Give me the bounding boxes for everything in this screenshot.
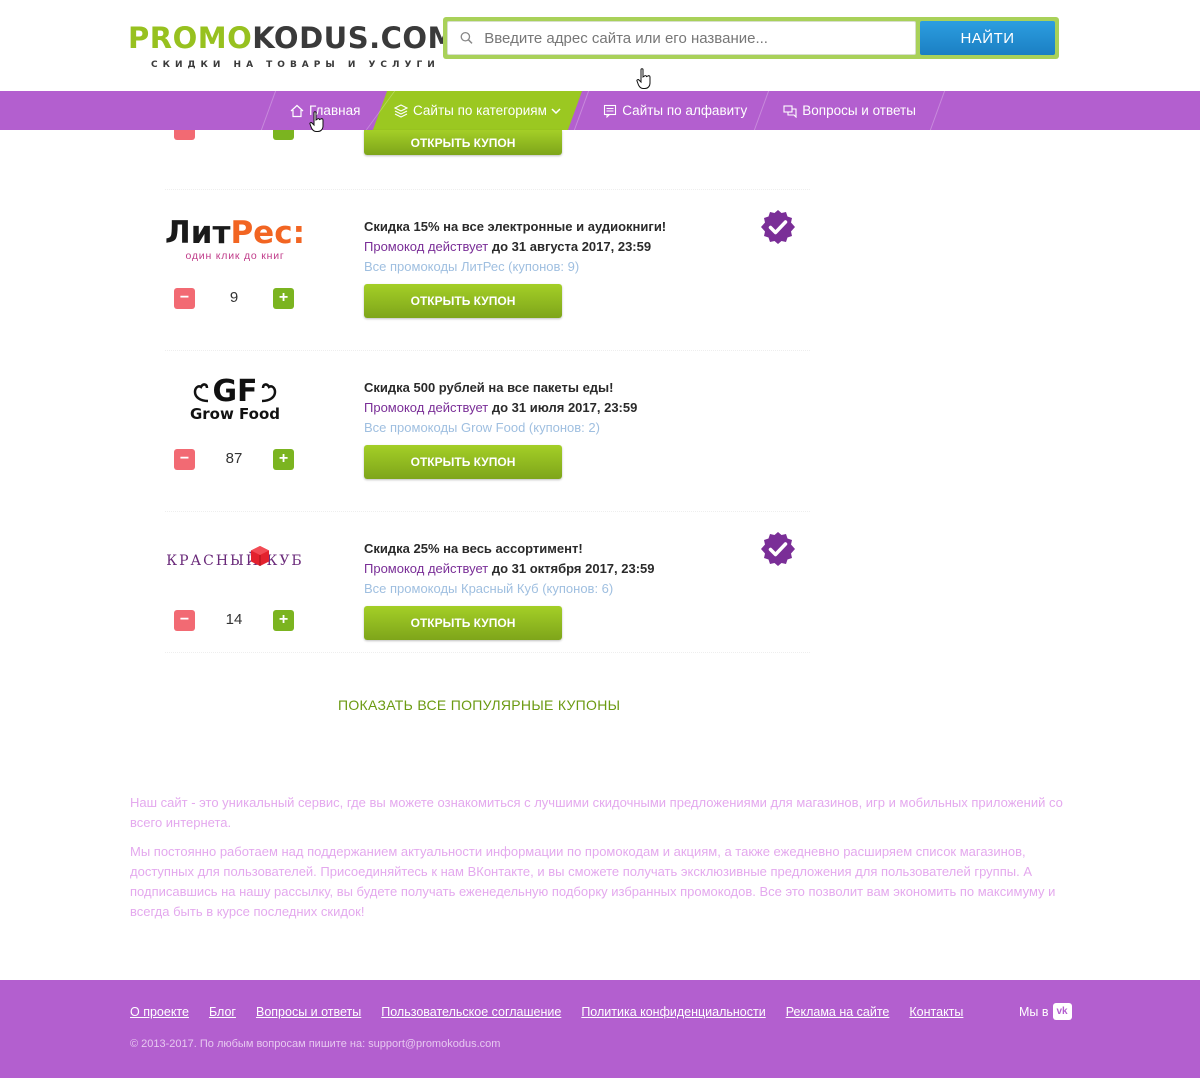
nav-label-alphabet: Сайты по алфавиту bbox=[622, 103, 748, 118]
coupon-divider bbox=[165, 652, 810, 653]
about-paragraph: Мы постоянно работаем над поддержанием а… bbox=[130, 844, 1056, 919]
search-icon bbox=[460, 31, 473, 44]
logo-wordmark: PROMOKODUS.COM bbox=[128, 21, 456, 55]
expiry-label: Промокод действует bbox=[364, 239, 489, 254]
coupon-card: GF Grow Food − 87 + Скидка 500 рублей на… bbox=[165, 370, 810, 510]
coupon-title: Скидка 500 рублей на все пакеты еды! bbox=[364, 380, 614, 395]
footer-link-privacy[interactable]: Политика конфиденциальности bbox=[581, 1005, 765, 1019]
vote-count: 87 bbox=[225, 450, 243, 467]
vote-down-button[interactable] bbox=[174, 130, 195, 140]
growfood-logo-sub: Grow Food bbox=[189, 405, 281, 423]
vote-up-button[interactable]: + bbox=[273, 288, 294, 309]
nav-item-faq[interactable]: Вопросы и ответы bbox=[761, 91, 930, 130]
litres-logo-sub: один клик до книг bbox=[185, 250, 285, 262]
expiry-date: до 31 октября 2017, 23:59 bbox=[491, 561, 655, 576]
open-coupon-button[interactable]: ОТКРЫТЬ КУПОН bbox=[364, 284, 562, 318]
nav-label-faq: Вопросы и ответы bbox=[802, 103, 916, 118]
coupon-card: КРАСНЫЙ КУБ − 14 + Скидка 25% на весь ас… bbox=[165, 531, 810, 671]
coupon-title: Скидка 25% на весь ассортимент! bbox=[364, 541, 583, 556]
litres-logo[interactable]: ЛитРес: один клик до книг bbox=[165, 209, 305, 269]
coupon-expiry: Промокод действует до 31 октября 2017, 2… bbox=[364, 561, 655, 576]
verified-badge-icon bbox=[761, 210, 795, 244]
vote-up-button[interactable]: + bbox=[273, 449, 294, 470]
krasnykub-logo-text: КРАСНЫЙ КУБ bbox=[166, 553, 304, 569]
hand-cursor-icon bbox=[309, 111, 324, 132]
footer-link-blog[interactable]: Блог bbox=[209, 1005, 236, 1019]
coupon-card: ЛитРес: один клик до книг − 9 + Скидка 1… bbox=[165, 209, 810, 349]
show-all-coupons-link[interactable]: ПОКАЗАТЬ ВСЕ ПОПУЛЯРНЫЕ КУПОНЫ bbox=[338, 697, 620, 713]
layers-icon bbox=[394, 103, 409, 118]
search-input[interactable] bbox=[484, 29, 915, 47]
about-paragraph: Наш сайт - это уникальный сервис, где вы… bbox=[130, 795, 1063, 830]
social-label: Мы в bbox=[1019, 1004, 1049, 1019]
all-coupons-link[interactable]: Все промокоды Красный Куб (купонов: 6) bbox=[364, 581, 613, 596]
vote-down-button[interactable]: − bbox=[174, 288, 195, 309]
krasnykub-logo[interactable]: КРАСНЫЙ КУБ bbox=[165, 531, 305, 591]
footer-link-about[interactable]: О проекте bbox=[130, 1005, 189, 1019]
muscle-arm-icon bbox=[261, 383, 276, 403]
search-bar: НАЙТИ bbox=[443, 17, 1059, 59]
coupon-title: Скидка 15% на все электронные и аудиокни… bbox=[364, 219, 667, 234]
vote-down-button[interactable]: − bbox=[174, 449, 195, 470]
copyright: © 2013-2017. По любым вопросам пишите на… bbox=[130, 1038, 501, 1050]
nav-item-categories[interactable]: Сайты по категориям bbox=[373, 91, 583, 130]
nav-label-categories: Сайты по категориям bbox=[413, 103, 548, 118]
red-cube-icon bbox=[251, 546, 269, 566]
vote-up-button[interactable] bbox=[273, 130, 294, 140]
logo-part-promo: PROMO bbox=[128, 21, 253, 55]
footer-link-contacts[interactable]: Контакты bbox=[909, 1005, 963, 1019]
all-coupons-link[interactable]: Все промокоды ЛитРес (купонов: 9) bbox=[364, 259, 579, 274]
chat-icon bbox=[783, 104, 797, 118]
growfood-logo-letters: GF bbox=[212, 374, 258, 409]
vote-widget: − 14 + bbox=[174, 610, 294, 631]
about-text: Наш сайт - это уникальный сервис, где вы… bbox=[130, 793, 1075, 931]
litres-logo-wordmark: ЛитРес: bbox=[165, 215, 305, 251]
site-logo[interactable]: PROMOKODUS.COM СКИДКИ НА ТОВАРЫ И УСЛУГИ bbox=[128, 21, 456, 74]
coupon-divider bbox=[165, 189, 810, 190]
coupon-expiry: Промокод действует до 31 июля 2017, 23:5… bbox=[364, 400, 637, 415]
vote-up-button[interactable]: + bbox=[273, 610, 294, 631]
main-nav: Главная Сайты по категориям Сайты по алф… bbox=[0, 91, 1200, 130]
growfood-logo-mark: GF bbox=[192, 377, 277, 407]
coupon-expiry: Промокод действует до 31 августа 2017, 2… bbox=[364, 239, 651, 254]
vote-count: 9 bbox=[229, 289, 239, 306]
footer-links: О проекте Блог Вопросы и ответы Пользова… bbox=[130, 1005, 963, 1019]
vk-icon[interactable]: vk bbox=[1052, 1003, 1072, 1020]
expiry-label: Промокод действует bbox=[364, 400, 489, 415]
expiry-date: до 31 августа 2017, 23:59 bbox=[491, 239, 652, 254]
open-coupon-button[interactable]: ОТКРЫТЬ КУПОН bbox=[364, 445, 562, 479]
open-coupon-button[interactable]: ОТКРЫТЬ КУПОН bbox=[364, 130, 562, 155]
expiry-date: до 31 июля 2017, 23:59 bbox=[491, 400, 638, 415]
coupon-divider bbox=[165, 511, 810, 512]
logo-part-kodus: KODUS.COM bbox=[252, 21, 457, 55]
hand-cursor-icon bbox=[636, 68, 651, 89]
growfood-logo[interactable]: GF Grow Food bbox=[165, 370, 305, 430]
expiry-label: Промокод действует bbox=[364, 561, 489, 576]
logo-tagline: СКИДКИ НА ТОВАРЫ И УСЛУГИ bbox=[151, 60, 440, 70]
site-header: PROMOKODUS.COM СКИДКИ НА ТОВАРЫ И УСЛУГИ… bbox=[0, 0, 1200, 91]
vote-widget: − 9 + bbox=[174, 288, 294, 309]
krasnykub-logo-wordmark: КРАСНЫЙ КУБ bbox=[166, 553, 303, 569]
vote-down-button[interactable]: − bbox=[174, 610, 195, 631]
nav-item-alphabet[interactable]: Сайты по алфавиту bbox=[581, 91, 761, 130]
site-footer: О проекте Блог Вопросы и ответы Пользова… bbox=[0, 980, 1200, 1078]
search-button[interactable]: НАЙТИ bbox=[920, 21, 1055, 55]
vote-count: 14 bbox=[225, 611, 243, 628]
list-icon bbox=[604, 104, 617, 118]
footer-link-ads[interactable]: Реклама на сайте bbox=[786, 1005, 890, 1019]
social-block: Мы в vk bbox=[1019, 1003, 1072, 1020]
muscle-arm-icon bbox=[194, 383, 209, 403]
search-field-wrapper[interactable] bbox=[447, 21, 916, 55]
vote-widget: − 87 + bbox=[174, 449, 294, 470]
coupon-divider bbox=[165, 350, 810, 351]
verified-badge-icon bbox=[761, 532, 795, 566]
all-coupons-link[interactable]: Все промокоды Grow Food (купонов: 2) bbox=[364, 420, 600, 435]
footer-link-terms[interactable]: Пользовательское соглашение bbox=[381, 1005, 561, 1019]
open-coupon-button[interactable]: ОТКРЫТЬ КУПОН bbox=[364, 606, 562, 640]
chevron-down-icon bbox=[551, 107, 561, 114]
footer-link-faq[interactable]: Вопросы и ответы bbox=[256, 1005, 361, 1019]
home-icon bbox=[290, 104, 304, 117]
